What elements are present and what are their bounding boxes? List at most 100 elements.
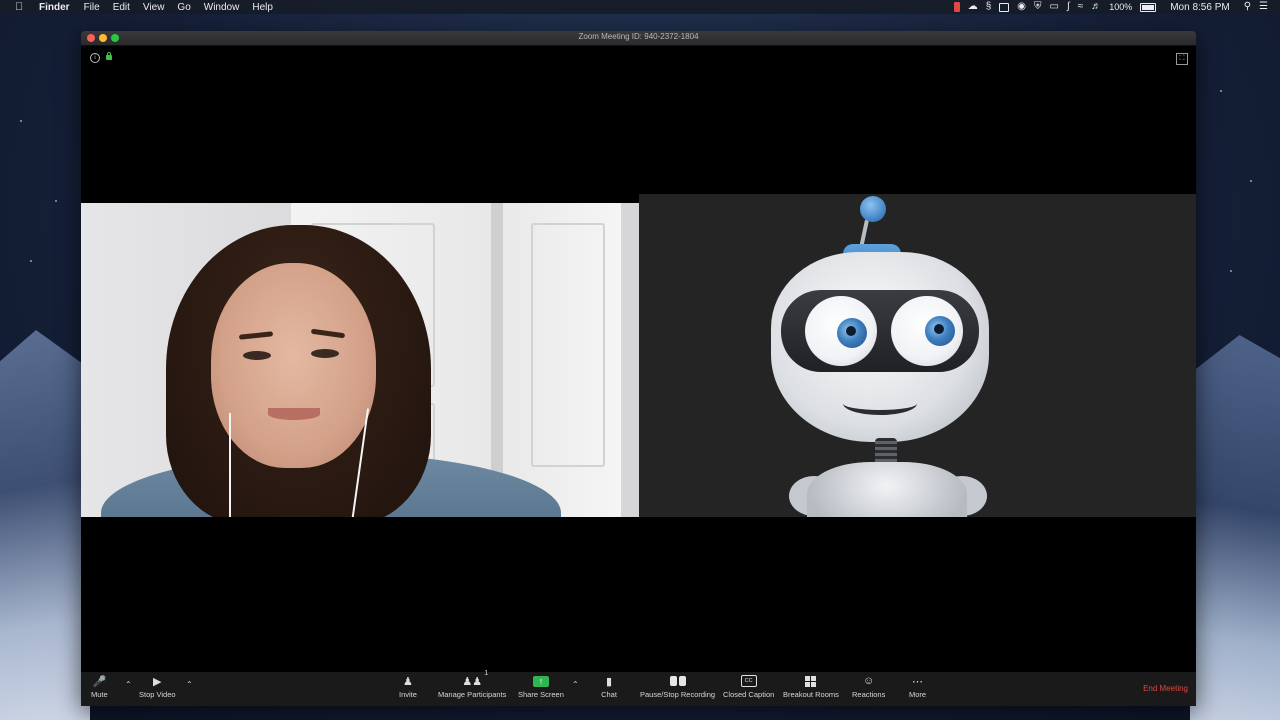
shield-icon[interactable]: ⛨ [1034,2,1042,12]
person-face [211,263,376,468]
menu-help[interactable]: Help [252,2,273,13]
pause-icon [669,676,677,686]
eye-icon[interactable]: ◉ [1017,2,1026,12]
cloud-icon[interactable]: ☁ [968,2,978,12]
desktop-mountains-left [0,330,90,720]
menu-bar:  Finder File Edit View Go Window Help ☁… [0,0,1280,14]
participants-icon: ♟♟ 1 [462,670,489,688]
robot-smile [843,392,917,415]
battery-icon[interactable] [1140,2,1157,12]
participant-video-tile[interactable] [81,203,639,517]
chat-label: Chat [601,690,617,699]
grid-cell [811,681,817,687]
add-person-icon: ♟ [403,675,413,688]
grid-cell [805,675,811,681]
menu-file[interactable]: File [84,2,100,13]
window-title: Zoom Meeting ID: 940-2372-1804 [578,32,699,41]
closed-caption-button[interactable]: CC Closed Caption [723,674,774,699]
encryption-lock-icon[interactable] [106,52,112,60]
smiley-icon: ☺ [863,675,875,687]
stop-icon [678,676,686,686]
manage-participants-label: Manage Participants [438,690,507,699]
star [55,200,57,202]
apple-menu-icon[interactable]:  [15,1,29,13]
meeting-toolbar: 🎤 Mute ⌃ ▶ Stop Video ⌃ ♟ Invite ♟♟ 1 Ma… [81,670,1196,706]
stop-video-button[interactable]: ▶ Stop Video [139,674,176,700]
spotlight-search-icon[interactable]: ⚲ [1244,2,1251,12]
menu-go[interactable]: Go [177,2,190,13]
robot-visor [781,290,979,372]
chat-button[interactable]: ▮ Chat [601,674,617,700]
manage-participants-button[interactable]: ♟♟ 1 Manage Participants [438,670,507,699]
status-tray: ☁ § ◉ ⛨ ▭ ∫ ≈ ♬ 100% Mon 8:56 PM ⚲ ☰ [953,0,1268,14]
share-screen-label: Share Screen [518,690,564,699]
share-screen-button[interactable]: ↑ Share Screen [518,674,564,699]
breakout-rooms-grid-icon [805,675,817,687]
meeting-info-icon[interactable]: i [90,53,100,63]
battery-percent[interactable]: 100% [1109,2,1132,12]
pause-stop-recording-button[interactable]: Pause/Stop Recording [640,674,715,699]
volume-icon[interactable]: ♬ [1091,2,1101,12]
bluetooth-icon[interactable]: ∫ [1067,2,1070,12]
star [1250,180,1252,182]
share-screen-icon: ↑ [532,675,549,687]
grid-cell [805,681,811,687]
breakout-rooms-icon-wrap [803,674,819,688]
menu-window[interactable]: Window [204,2,240,13]
mute-label: Mute [91,690,108,699]
robot-antenna-ball [860,196,886,222]
airplay-icon[interactable]: ▭ [1049,2,1058,12]
more-label: More [909,690,927,699]
more-button[interactable]: ⋯ More [909,674,927,700]
s-app-icon[interactable]: § [986,2,992,12]
closed-caption-icon-wrap: CC [740,674,757,688]
robot-eye-right [891,296,963,366]
notification-center-icon[interactable]: ☰ [1259,2,1268,12]
star [20,120,22,122]
earbud-wire [229,413,231,517]
breakout-rooms-button[interactable]: Breakout Rooms [783,674,839,699]
recording-label: Pause/Stop Recording [640,690,716,699]
app-box-icon[interactable] [999,2,1010,12]
video-camera-icon: ▶ [153,675,162,688]
menu-view[interactable]: View [143,2,165,13]
ellipsis-icon: ⋯ [912,675,924,688]
audio-options-chevron-icon[interactable]: ⌃ [125,680,132,689]
robot-avatar-video-tile[interactable] [639,194,1196,517]
zoom-meeting-window: Zoom Meeting ID: 940-2372-1804 i ⛶ 🎤 Mut… [81,31,1196,706]
clock[interactable]: Mon 8:56 PM [1170,2,1229,13]
desktop-mountains-right [1190,335,1280,720]
fullscreen-icon[interactable]: ⛶ [1176,53,1188,65]
reactions-button[interactable]: ☺ Reactions [852,674,885,699]
participant-count-badge: 1 [484,670,489,677]
end-meeting-button[interactable]: End Meeting [1143,684,1188,693]
person-mouth [268,408,320,420]
person-brow [238,331,274,340]
star [1230,270,1232,272]
star [1220,90,1222,92]
breakout-rooms-label: Breakout Rooms [783,690,839,699]
robot-body [807,462,967,517]
robot-head [771,252,989,442]
robot-pupil [925,316,955,346]
window-titlebar[interactable]: Zoom Meeting ID: 940-2372-1804 [81,31,1196,46]
person-eye [243,351,271,360]
share-screen-icon-wrap: ↑ [532,674,549,688]
reactions-label: Reactions [852,690,886,699]
video-options-chevron-icon[interactable]: ⌃ [186,680,193,689]
microphone-icon: 🎤 [92,675,107,688]
menu-app-name[interactable]: Finder [39,2,70,13]
closed-caption-label: Closed Caption [723,690,775,699]
star [30,260,32,262]
mute-button[interactable]: 🎤 Mute [91,674,108,700]
recording-indicator-icon[interactable] [953,2,960,12]
robot-eye-left [805,296,877,366]
pause-stop-recording-icon [669,674,686,688]
invite-button[interactable]: ♟ Invite [399,674,417,700]
share-options-chevron-icon[interactable]: ⌃ [572,680,579,689]
closed-caption-icon: CC [740,675,757,687]
menu-edit[interactable]: Edit [113,2,130,13]
robot-pupil [837,318,867,348]
wifi-icon[interactable]: ≈ [1078,2,1084,12]
stop-video-label: Stop Video [139,690,176,699]
